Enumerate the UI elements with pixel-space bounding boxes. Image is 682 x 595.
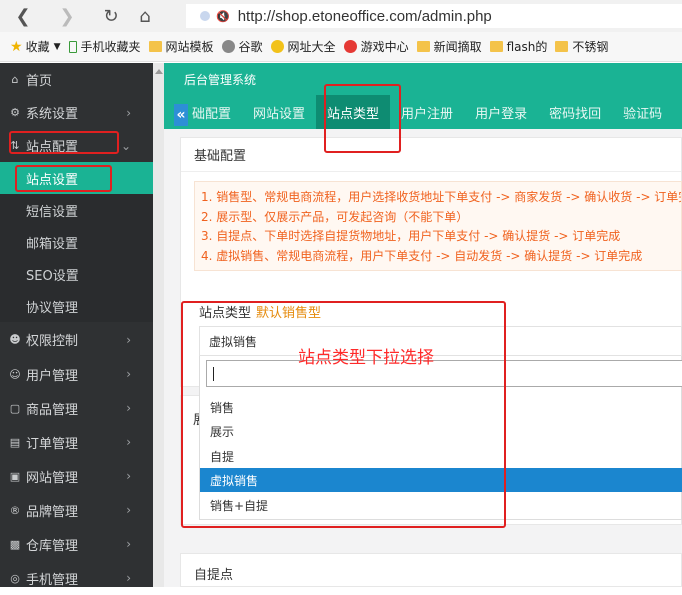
- highlight-box-site-config: [9, 131, 119, 154]
- tab-site-settings[interactable]: 网站设置: [242, 95, 316, 129]
- tab-user-register[interactable]: 用户注册: [390, 95, 464, 129]
- notice-line: 3. 自提点、下单时选择自提货物地址，用户下单支付 -> 确认提货 -> 订单完…: [201, 229, 621, 243]
- registered-icon: ®: [9, 503, 21, 517]
- sidebar-item-brands[interactable]: ® 品牌管理 ›: [0, 493, 153, 527]
- shield-icon: [200, 11, 210, 21]
- panel-header: 基础配置: [181, 138, 681, 172]
- sidebar-item-users[interactable]: ☺ 用户管理 ›: [0, 357, 153, 391]
- globe-icon: [221, 40, 235, 53]
- chevron-right-icon: ›: [126, 367, 131, 381]
- home-icon[interactable]: ⌂: [134, 5, 156, 27]
- notice-list: 1. 销售型、常规电商流程，用户选择收货地址下单支付 -> 商家发货 -> 确认…: [194, 181, 682, 271]
- chevron-right-icon: ›: [126, 469, 131, 483]
- chevron-right-icon: ›: [126, 435, 131, 449]
- sidebar-subitem-email[interactable]: 邮箱设置: [0, 226, 153, 258]
- bookmark-favorites[interactable]: ★ 收藏 ▼: [10, 38, 61, 55]
- highlight-box-dropdown: [181, 301, 506, 528]
- folder-icon: [555, 41, 569, 52]
- sidebar-item-home[interactable]: ⌂ 首页: [0, 63, 153, 96]
- config-tabs: 础配置 网站设置 站点类型 用户注册 用户登录 密码找回 验证码: [164, 95, 682, 129]
- app-title: 后台管理系统: [184, 72, 257, 87]
- sidebar-item-orders[interactable]: ▤ 订单管理 ›: [0, 425, 153, 459]
- notice-line: 2. 展示型、仅展示产品，可发起咨询（不能下单）: [201, 209, 469, 224]
- sidebar-subitem-sms[interactable]: 短信设置: [0, 194, 153, 226]
- home-icon: ⌂: [11, 73, 19, 86]
- highlight-box-site-settings: [15, 165, 112, 192]
- chevron-down-icon: ▼: [53, 41, 61, 52]
- sidebar-item-permissions[interactable]: ☻ 权限控制 ›: [0, 322, 153, 357]
- user-lock-icon: ☻: [9, 333, 21, 346]
- bookmark-news[interactable]: 新闻摘取: [416, 38, 482, 55]
- chevron-right-icon: ›: [126, 537, 131, 551]
- bookmarks-bar: ★ 收藏 ▼ 手机收藏夹 网站模板 谷歌 网址大全 游戏中心 新闻摘取 flas…: [0, 32, 682, 62]
- users-icon: ☺: [9, 367, 21, 381]
- bookmark-templates[interactable]: 网站模板: [148, 38, 214, 55]
- sidebar-item-mobile[interactable]: ◎ 手机管理 ›: [0, 561, 153, 595]
- star-icon: ★: [10, 38, 23, 55]
- chevron-down-icon: ⌄: [120, 138, 131, 153]
- folder-icon: [416, 41, 430, 52]
- list-icon: ▤: [9, 435, 21, 449]
- folder-icon: [489, 41, 503, 52]
- address-bar[interactable]: 🔇 http://shop.etoneoffice.com/admin.php: [186, 4, 682, 28]
- bookmark-flash[interactable]: flash的: [489, 38, 547, 55]
- app-header: 后台管理系统: [164, 63, 682, 95]
- pickup-panel-title: 自提点: [194, 568, 234, 583]
- bookmark-games[interactable]: 游戏中心: [343, 38, 409, 55]
- back-icon[interactable]: ❮: [12, 5, 34, 27]
- tab-captcha[interactable]: 验证码: [612, 95, 673, 129]
- chevron-right-icon: ›: [126, 332, 131, 347]
- bookmark-google[interactable]: 谷歌: [221, 38, 263, 55]
- panel-title: 基础配置: [194, 149, 247, 164]
- collapse-sidebar-icon[interactable]: «: [174, 104, 188, 126]
- globe-icon: ▣: [9, 469, 21, 483]
- sidebar-item-warehouse[interactable]: ▩ 仓库管理 ›: [0, 527, 153, 561]
- directory-icon: [270, 40, 284, 53]
- bookmark-mobile[interactable]: 手机收藏夹: [68, 38, 141, 55]
- chevron-right-icon: ›: [126, 571, 131, 585]
- box-icon: ▢: [9, 401, 21, 415]
- sidebar-scrollbar[interactable]: [153, 63, 164, 587]
- sidebar-item-website[interactable]: ▣ 网站管理 ›: [0, 459, 153, 493]
- sidebar-item-products[interactable]: ▢ 商品管理 ›: [0, 391, 153, 425]
- tab-password-recovery[interactable]: 密码找回: [538, 95, 612, 129]
- bookmark-steel[interactable]: 不锈钢: [555, 38, 608, 55]
- forward-icon[interactable]: ❯: [56, 5, 78, 27]
- url-text: http://shop.etoneoffice.com/admin.php: [237, 7, 492, 25]
- mute-icon[interactable]: 🔇: [216, 10, 230, 23]
- tab-user-login[interactable]: 用户登录: [464, 95, 538, 129]
- sidebar-subitem-agreement[interactable]: 协议管理: [0, 290, 153, 322]
- mobile-icon: ◎: [10, 571, 20, 585]
- notice-line: 4. 虚拟销售、常规电商流程，用户下单支付 -> 自动发货 -> 确认提货 ->…: [201, 248, 643, 263]
- game-icon: [343, 40, 357, 53]
- phone-icon: [68, 40, 77, 53]
- chevron-right-icon: ›: [126, 105, 131, 120]
- reload-icon[interactable]: ↻: [100, 5, 122, 27]
- chevron-right-icon: ›: [126, 503, 131, 517]
- pickup-panel: 自提点: [180, 553, 682, 587]
- bookmark-directory[interactable]: 网址大全: [270, 38, 336, 55]
- highlight-box-site-type-tab: [324, 84, 401, 153]
- folder-icon: [148, 41, 162, 52]
- chevron-right-icon: ›: [126, 401, 131, 415]
- gear-icon: ⚙: [10, 106, 20, 119]
- warehouse-icon: ▩: [9, 537, 21, 551]
- sidebar-subitem-seo[interactable]: SEO设置: [0, 258, 153, 290]
- notice-line: 1. 销售型、常规电商流程，用户选择收货地址下单支付 -> 商家发货 -> 确认…: [201, 190, 682, 204]
- sidebar-item-system[interactable]: ⚙ 系统设置 ›: [0, 96, 153, 129]
